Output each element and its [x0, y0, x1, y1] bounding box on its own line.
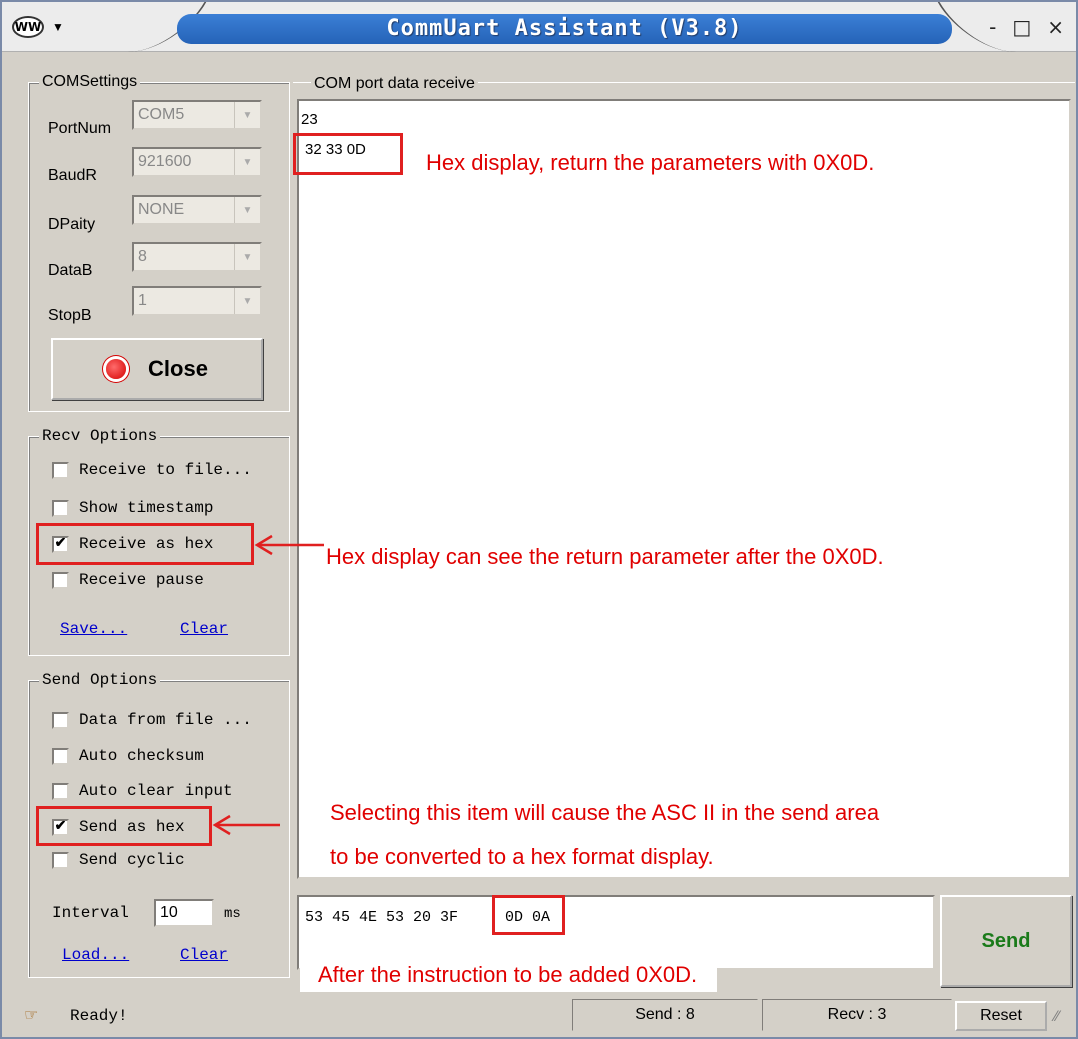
maximize-icon[interactable]: □ [1012, 15, 1031, 39]
data-from-file-checkbox[interactable]: Data from file ... [52, 711, 252, 729]
system-menu[interactable]: WW ▼ [12, 10, 98, 44]
stopbits-select[interactable]: 1 ▼ [132, 286, 262, 316]
parity-label: DPaity [48, 216, 96, 233]
send-button[interactable]: Send [940, 895, 1072, 987]
highlight-send-suffix [492, 895, 565, 935]
interval-input[interactable]: 10 [154, 899, 214, 927]
minimize-icon[interactable]: - [989, 15, 996, 39]
receive-line: 23 [301, 111, 318, 128]
checkbox-label: Auto checksum [79, 747, 204, 765]
checkbox-label: Receive pause [79, 571, 204, 589]
checkbox-label: Data from file ... [79, 711, 252, 729]
checkbox-label: Auto clear input [79, 782, 233, 800]
annotation-hex-return: Hex display, return the parameters with … [426, 150, 875, 175]
checkbox-label: Receive to file... [79, 461, 252, 479]
checkbox-box[interactable] [52, 747, 69, 765]
show-timestamp-checkbox[interactable]: Show timestamp [52, 499, 213, 517]
baud-select[interactable]: 921600 ▼ [132, 147, 262, 177]
highlight-receive-as-hex [36, 523, 254, 565]
window-controls: - □ × [989, 15, 1064, 39]
highlight-send-as-hex [36, 806, 212, 846]
stopbits-label: StopB [48, 307, 92, 324]
send-count: Send : 8 [572, 999, 758, 1031]
interval-label: Interval [52, 904, 129, 922]
stopbits-value: 1 [138, 292, 147, 309]
interval-unit: ms [224, 906, 241, 922]
app-icon: WW [12, 16, 44, 38]
status-hand-icon: ☞ [24, 1005, 39, 1024]
annotation-send-hex-1: Selecting this item will cause the ASC I… [330, 800, 880, 825]
checkbox-label: Send cyclic [79, 851, 185, 869]
receive-pause-checkbox[interactable]: Receive pause [52, 571, 204, 589]
auto-clear-input-checkbox[interactable]: Auto clear input [52, 782, 233, 800]
receive-to-file-checkbox[interactable]: Receive to file... [52, 461, 252, 479]
interval-value: 10 [160, 904, 178, 921]
port-select[interactable]: COM5 ▼ [132, 100, 262, 130]
databits-value: 8 [138, 248, 147, 265]
resize-grip-icon[interactable]: ⁄⁄ [1054, 1009, 1059, 1025]
checkbox-label: Show timestamp [79, 499, 214, 517]
app-window: WW ▼ CommUart Assistant (V3.8) - □ × COM… [0, 0, 1078, 1039]
status-led-icon [106, 359, 127, 379]
com-settings-label: COMSettings [39, 73, 141, 91]
baud-value: 921600 [138, 153, 192, 170]
chevron-down-icon[interactable]: ▼ [234, 149, 260, 175]
recv-options-label: Recv Options [39, 427, 161, 445]
baud-label: BaudR [48, 167, 97, 184]
chevron-down-icon[interactable]: ▼ [234, 244, 260, 270]
save-link[interactable]: Save... [60, 620, 127, 638]
send-options-label: Send Options [39, 671, 161, 689]
checkbox-box[interactable] [52, 782, 69, 800]
send-clear-link[interactable]: Clear [180, 946, 228, 964]
receive-textarea[interactable]: 23 32 33 0D [297, 99, 1071, 879]
window-title: CommUart Assistant (V3.8) [386, 16, 743, 41]
receive-group-label: COM port data receive [311, 75, 478, 93]
reset-button[interactable]: Reset [955, 1001, 1047, 1031]
port-label: PortNum [48, 120, 112, 137]
chevron-down-icon: ▼ [52, 20, 64, 34]
chevron-down-icon[interactable]: ▼ [234, 102, 260, 128]
annotation-added: After the instruction to be added 0X0D. [300, 960, 718, 992]
title-bar: WW ▼ CommUart Assistant (V3.8) - □ × [2, 2, 1076, 52]
checkbox-box[interactable] [52, 851, 69, 869]
highlight-recv-hex-data [293, 133, 403, 175]
checkbox-box[interactable] [52, 711, 69, 729]
annotation-send-hex-2: to be converted to a hex format display. [330, 844, 714, 869]
load-link[interactable]: Load... [62, 946, 129, 964]
send-input-value: 53 45 4E 53 20 3F [305, 909, 459, 926]
auto-checksum-checkbox[interactable]: Auto checksum [52, 747, 204, 765]
status-bar: ☞ Ready! Send : 8 Recv : 3 Reset ⁄⁄ [2, 995, 1076, 1037]
send-input[interactable]: 53 45 4E 53 20 3F 0D 0A [297, 895, 935, 970]
databits-select[interactable]: 8 ▼ [132, 242, 262, 272]
recv-count: Recv : 3 [762, 999, 952, 1031]
close-port-label: Close [148, 356, 208, 381]
recv-clear-link[interactable]: Clear [180, 620, 228, 638]
close-icon[interactable]: × [1047, 15, 1064, 39]
parity-value: NONE [138, 201, 185, 218]
chevron-down-icon[interactable]: ▼ [234, 288, 260, 314]
checkbox-box[interactable] [52, 571, 69, 589]
close-port-button[interactable]: Close [51, 338, 263, 400]
checkbox-box[interactable] [52, 461, 69, 479]
parity-select[interactable]: NONE ▼ [132, 195, 262, 225]
checkbox-box[interactable] [52, 499, 69, 517]
chevron-down-icon[interactable]: ▼ [234, 197, 260, 223]
databits-label: DataB [48, 262, 93, 279]
status-text: Ready! [70, 1007, 128, 1025]
annotation-hex-after: Hex display can see the return parameter… [326, 544, 884, 569]
send-cyclic-checkbox[interactable]: Send cyclic [52, 851, 185, 869]
port-value: COM5 [138, 106, 185, 123]
